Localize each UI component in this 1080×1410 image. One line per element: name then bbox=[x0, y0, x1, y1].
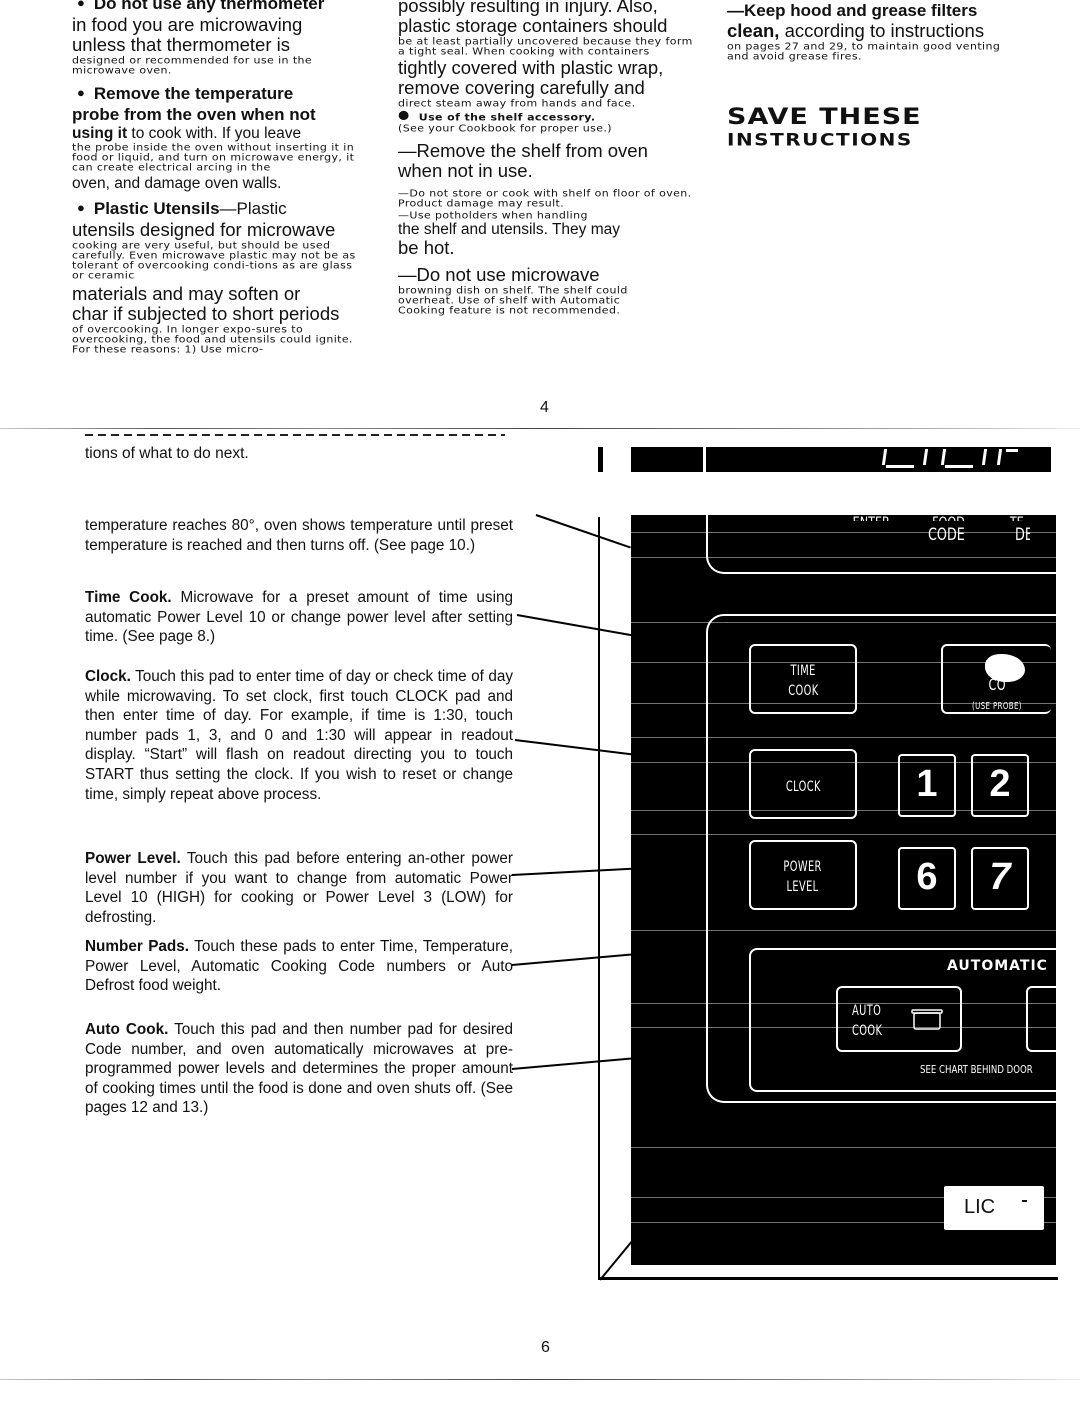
col2-line-1: possibly resulting in injury. Also, bbox=[398, 0, 658, 16]
clock-pad[interactable]: CLOCK bbox=[749, 749, 857, 819]
feature-clock: Clock. Touch this pad to enter time of d… bbox=[85, 668, 513, 803]
display-bar-left bbox=[631, 447, 703, 472]
col2-small-2: direct steam away from hands and face. bbox=[398, 97, 636, 110]
thermometer-small-text: designed or recommended for use in the m… bbox=[72, 54, 313, 77]
plastic-small-1: cooking are very useful, but should be u… bbox=[72, 239, 356, 282]
plastic-line-3: char if subjected to short periods bbox=[72, 303, 340, 324]
thermometer-line-1: in food you are microwaving bbox=[72, 14, 303, 35]
hood-small: on pages 27 and 29, to maintain good ven… bbox=[727, 40, 1001, 63]
col2-line-2: plastic storage containers should bbox=[398, 15, 668, 36]
display-label-food: FOOD bbox=[932, 515, 965, 521]
page-divider-top bbox=[0, 428, 1080, 429]
see-chart-label: SEE CHART BEHIND DOOR bbox=[920, 1063, 1033, 1076]
save-instructions-heading: SAVE THESE INSTRUCTIONS bbox=[727, 104, 922, 150]
number-pad-2[interactable]: 2 bbox=[971, 754, 1029, 817]
feature-time-cook: Time Cook. Microwave for a preset amount… bbox=[85, 589, 513, 646]
probe-heading-2: probe from the oven when not bbox=[72, 105, 316, 124]
auto-cook-pad[interactable]: AUTO COOK bbox=[836, 986, 962, 1052]
display-outline bbox=[706, 487, 1068, 574]
column-1: Do not use any thermometer in food you a… bbox=[72, 0, 372, 357]
page-number-top: 4 bbox=[540, 399, 549, 416]
display-readout bbox=[706, 447, 1051, 472]
plastic-line-1: utensils designed for microwave bbox=[72, 219, 336, 240]
shelf-small: (See your Cookbook for proper use.) bbox=[398, 122, 612, 135]
column-3: —Keep hood and grease filters clean, acc… bbox=[727, 1, 1027, 63]
clipped-text-line bbox=[85, 432, 505, 436]
probe-small-text: the probe inside the oven without insert… bbox=[72, 141, 355, 174]
page-number-bottom: 6 bbox=[541, 1339, 550, 1356]
plastic-small-2: of overcooking. In longer expo-sures to … bbox=[72, 323, 353, 356]
col2-line-3: tightly covered with plastic wrap, bbox=[398, 57, 664, 78]
display-label-te: TE bbox=[1010, 515, 1024, 521]
browning-small: browning dish on shelf. The shelf could … bbox=[398, 284, 628, 317]
remove-shelf-2: when not in use. bbox=[398, 160, 533, 181]
feature-number-pads: Number Pads. Touch these pads to enter T… bbox=[85, 938, 513, 995]
browning-big: —Do not use microwave bbox=[398, 264, 600, 285]
potholders-mid: the shelf and utensils. They may bbox=[398, 221, 621, 238]
clean-line: clean, according to instructions bbox=[727, 20, 985, 41]
control-panel-illustration: ENTER FOOD CODE TE DE TIME COOK TE CO (U… bbox=[598, 447, 1080, 1302]
feature-power-level: Power Level. Touch this pad before enter… bbox=[85, 850, 513, 926]
panel-bevel-corner bbox=[599, 1239, 634, 1281]
thermometer-line-2: unless that thermometer is bbox=[72, 34, 290, 55]
display-label-code: CODE bbox=[928, 525, 965, 545]
temp-cook-continuation: temperature reaches 80°, oven shows temp… bbox=[85, 517, 513, 554]
col2-small-1: be at least partially uncovered because … bbox=[398, 35, 693, 58]
plastic-heading: Plastic Utensils—Plastic bbox=[77, 199, 372, 220]
number-pad-1[interactable]: 1 bbox=[898, 754, 956, 817]
automatic-label: AUTOMATIC bbox=[947, 958, 1048, 974]
remove-shelf-1: —Remove the shelf from oven bbox=[398, 140, 648, 161]
panel-bottom-edge bbox=[598, 1277, 1058, 1280]
probe-lead: using it to cook with. If you leave bbox=[72, 125, 302, 142]
scan-blemish bbox=[985, 654, 1025, 682]
display-edge bbox=[598, 447, 603, 472]
potholders-big: be hot. bbox=[398, 237, 455, 258]
col2-line-4: remove covering carefully and bbox=[398, 77, 645, 98]
potholders-small: —Use potholders when handling bbox=[398, 209, 588, 222]
number-pad-7[interactable]: 7 bbox=[971, 847, 1029, 910]
page-divider-bottom bbox=[0, 1379, 1080, 1380]
feature-auto-cook: Auto Cook. Touch this pad and then numbe… bbox=[85, 1021, 514, 1117]
panel-frame-edge bbox=[598, 517, 600, 1277]
store-small: —Do not store or cook with shelf on floo… bbox=[398, 187, 692, 210]
column-2: possibly resulting in injury. Also, plas… bbox=[398, 0, 698, 318]
power-level-pad[interactable]: POWER LEVEL bbox=[749, 840, 857, 910]
probe-tail: oven, and damage oven walls. bbox=[72, 175, 282, 192]
shelf-heading: Use of the shelf accessory. bbox=[398, 112, 698, 122]
auto-defrost-pad-partial[interactable]: A R bbox=[1026, 986, 1066, 1052]
light-pad[interactable]: LIC bbox=[944, 1186, 1044, 1230]
cut-line-text: tions of what to do next. bbox=[85, 445, 249, 462]
plastic-line-2: materials and may soften or bbox=[72, 283, 301, 304]
hood-heading: —Keep hood and grease filters bbox=[727, 1, 978, 20]
display-label-de: DE bbox=[1015, 525, 1030, 545]
number-pad-6[interactable]: 6 bbox=[898, 847, 956, 910]
display-label-enter: ENTER bbox=[853, 515, 890, 521]
thermometer-heading: Do not use any thermometer bbox=[77, 0, 372, 15]
casserole-dish-icon bbox=[911, 1009, 943, 1030]
probe-heading-1: Remove the temperature bbox=[77, 84, 372, 105]
